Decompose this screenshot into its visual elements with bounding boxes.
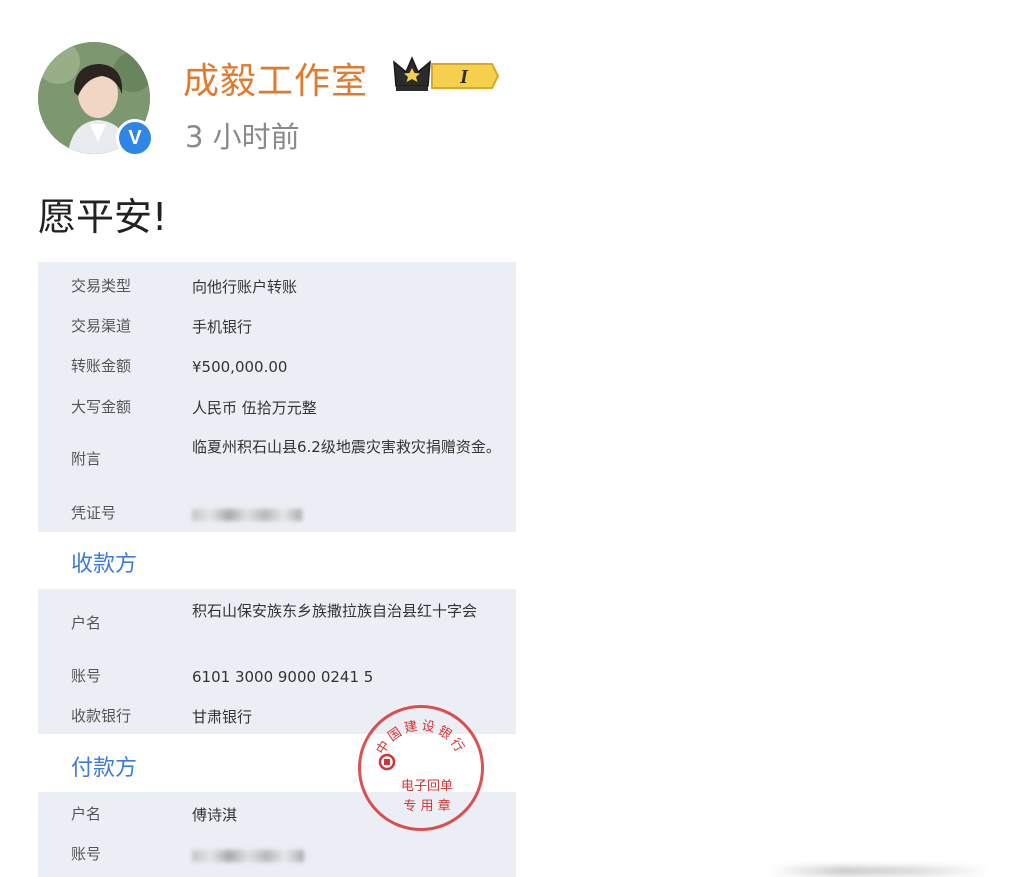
row-value: 手机银行 — [192, 318, 253, 336]
verified-icon: V — [116, 119, 154, 157]
receipt-image[interactable]: 交易类型 向他行账户转账 交易渠道 手机银行 转账金额 ¥500,000.00 … — [38, 262, 516, 877]
badge-label: I — [459, 66, 469, 88]
row-label: 大写金额 — [71, 398, 132, 416]
payer-account-blurred — [192, 843, 510, 867]
seal-line2: 专 用 章 — [403, 798, 450, 814]
row-label: 交易类型 — [71, 277, 132, 295]
svg-text:中国建设银行: 中国建设银行 — [374, 718, 469, 757]
post-text: 愿平安! — [38, 195, 168, 239]
voucher-value-blurred — [192, 502, 510, 526]
row-label: 凭证号 — [71, 504, 117, 522]
redacted-blur — [192, 849, 304, 862]
amount-value: ¥500,000.00 — [192, 358, 288, 376]
row-label: 收款银行 — [71, 707, 132, 725]
row-label: 转账金额 — [71, 357, 132, 375]
payer-section-title: 付款方 — [71, 756, 138, 781]
row-label: 交易渠道 — [71, 317, 132, 335]
username[interactable]: 成毅工作室 — [183, 52, 368, 104]
post-time: 3 小时前 — [185, 120, 300, 154]
row-label: 账号 — [71, 667, 102, 685]
row-value: 6101 3000 9000 0241 5 — [192, 668, 374, 686]
row-label: 户名 — [71, 614, 102, 632]
row-label: 账号 — [71, 845, 102, 863]
row-label: 附言 — [71, 450, 102, 468]
row-value: 积石山保安族东乡族撒拉族自治县红十字会 — [192, 602, 478, 620]
redacted-blur — [192, 508, 302, 521]
row-value: 向他行账户转账 — [192, 278, 298, 296]
watermark-blur — [770, 866, 990, 876]
payee-section-title: 收款方 — [71, 552, 138, 577]
row-label: 户名 — [71, 805, 102, 823]
bank-seal-stamp: 中国建设银行 电子回单 专 用 章 — [358, 705, 484, 831]
crown-badge-icon[interactable]: I — [392, 56, 500, 100]
row-value: 临夏州积石山县6.2级地震灾害救灾捐赠资金。 — [192, 438, 501, 456]
seal-line1: 电子回单 — [401, 779, 453, 794]
row-value: 人民币 伍拾万元整 — [192, 399, 317, 417]
seal-bank-text: 中国建设银行 — [374, 718, 466, 757]
